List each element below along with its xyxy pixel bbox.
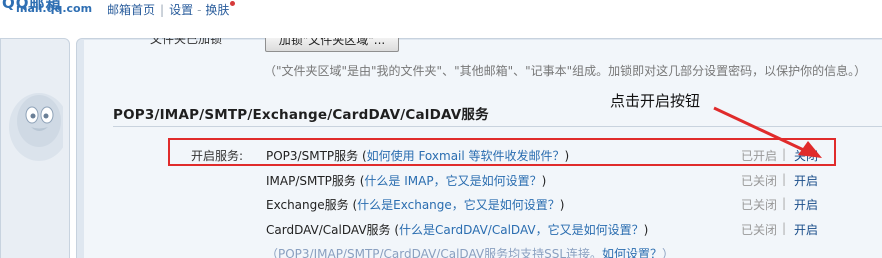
status-carddav: 已关闭 — [741, 223, 778, 237]
ssl-note-text: （POP3/IMAP/SMTP/CardDAV/CalDAV服务均支持SSL连接… — [266, 247, 603, 258]
service-name: Exchange服务 — [266, 198, 349, 212]
highlight-box — [168, 138, 836, 166]
settings-link[interactable]: 设置 — [169, 1, 193, 18]
section-divider — [113, 126, 882, 127]
folder-lock-note: （"文件夹区域"是由"我的文件夹"、"其他邮箱"、"记事本"组成。加锁即对这几部… — [264, 64, 867, 78]
mailbox-home-link[interactable]: 邮箱首页 — [107, 1, 155, 18]
help-link-exchange[interactable]: 什么是Exchange，它又是如何设置？ — [357, 198, 560, 212]
ssl-note-close: ） — [662, 247, 675, 258]
lock-folder-button[interactable]: 加锁"文件夹区域"... — [265, 38, 399, 52]
folder-lock-label: 文件夹已加锁 — [150, 38, 223, 46]
paren-close: ) — [559, 198, 565, 212]
action-separator: | — [782, 172, 787, 186]
change-skin-link[interactable]: 换肤 — [205, 1, 229, 18]
service-name: CardDAV/CalDAV服务 — [266, 223, 391, 237]
paren-close: ) — [541, 174, 547, 188]
top-header: QQ邮箱 mail.qq.com 邮箱首页 | 设置 - 换肤 — [0, 0, 882, 34]
paren-open: ( — [390, 223, 400, 237]
help-link-carddav[interactable]: 什么是CardDAV/CalDAV，它又是如何设置？ — [399, 223, 644, 237]
service-row-exchange: Exchange服务 (什么是Exchange，它又是如何设置？) — [266, 196, 564, 213]
ssl-note: （POP3/IMAP/SMTP/CardDAV/CalDAV服务均支持SSL连接… — [266, 245, 674, 258]
action-separator: | — [782, 221, 787, 235]
section-title: POP3/IMAP/SMTP/Exchange/CardDAV/CalDAV服务 — [113, 107, 489, 123]
paren-open: ( — [348, 198, 358, 212]
enable-button-imap[interactable]: 开启 — [794, 172, 818, 189]
action-separator: | — [782, 196, 787, 210]
new-badge-dot — [230, 1, 236, 6]
nav-separator: | — [160, 2, 165, 17]
enable-button-carddav[interactable]: 开启 — [794, 221, 818, 238]
paren-close: ) — [643, 223, 649, 237]
status-exchange: 已关闭 — [741, 198, 778, 212]
status-imap: 已关闭 — [741, 174, 778, 188]
nav-dash: - — [197, 2, 202, 17]
enable-button-exchange[interactable]: 开启 — [794, 196, 818, 213]
qq-penguin-icon — [9, 93, 63, 161]
ssl-howto-link[interactable]: 如何设置？ — [602, 247, 662, 258]
service-row-imap: IMAP/SMTP服务 (什么是 IMAP，它又是如何设置？) — [266, 172, 546, 189]
qq-mail-logo[interactable]: QQ邮箱 mail.qq.com — [0, 0, 95, 32]
service-name: IMAP/SMTP服务 — [266, 174, 356, 188]
logo-domain: mail.qq.com — [16, 2, 93, 15]
help-link-imap[interactable]: 什么是 IMAP，它又是如何设置？ — [364, 174, 541, 188]
left-sidebar — [0, 38, 70, 258]
top-nav: 邮箱首页 | 设置 - 换肤 — [107, 1, 236, 18]
callout-text: 点击开启按钮 — [610, 92, 701, 110]
service-row-carddav: CardDAV/CalDAV服务 (什么是CardDAV/CalDAV，它又是如… — [266, 221, 648, 238]
